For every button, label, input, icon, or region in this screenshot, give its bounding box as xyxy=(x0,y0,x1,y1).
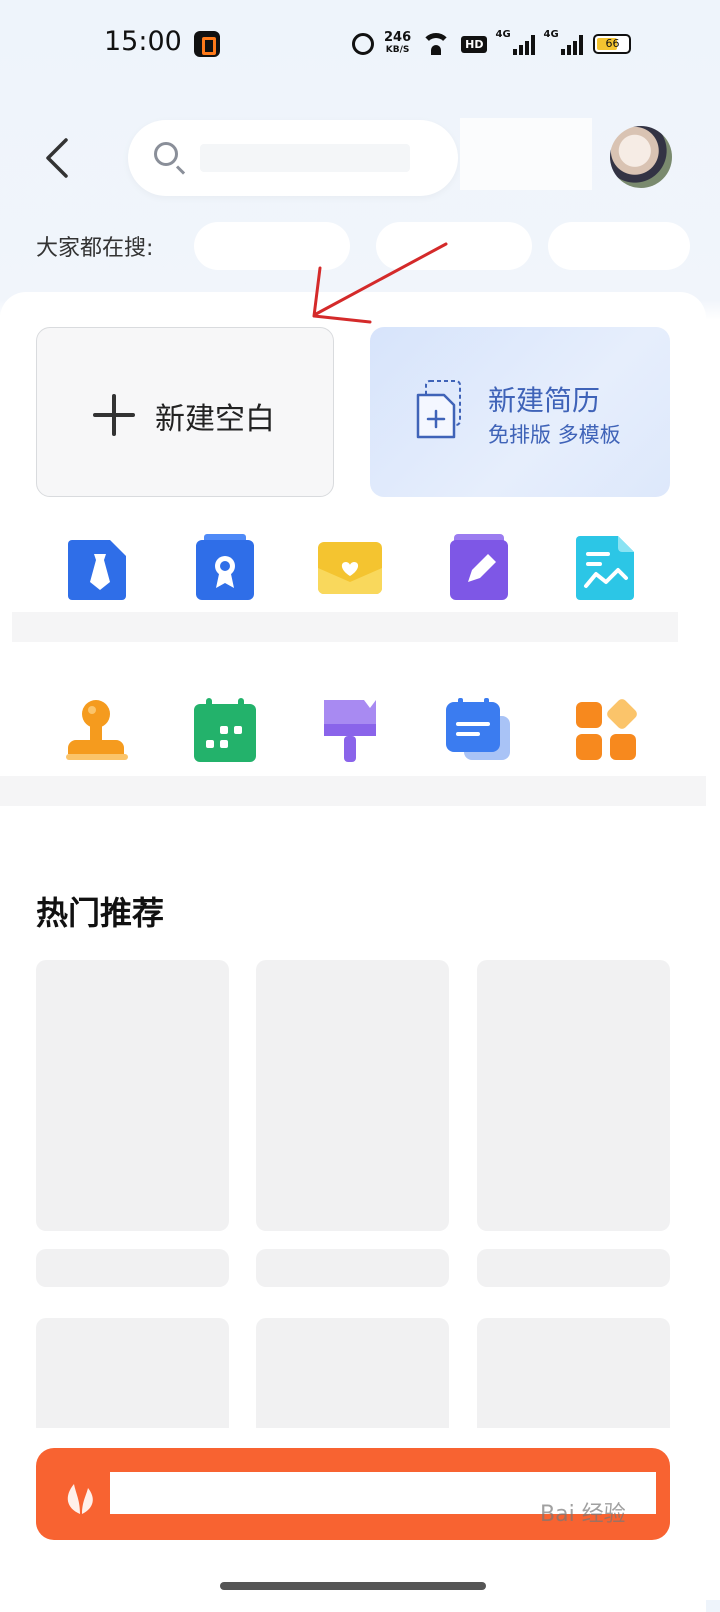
back-icon[interactable] xyxy=(40,138,74,178)
template-card[interactable] xyxy=(477,1318,670,1428)
plus-icon xyxy=(93,394,135,436)
watermark: Bai 经验 xyxy=(540,1502,626,1527)
paint-brush-icon[interactable] xyxy=(316,696,386,766)
search-icon xyxy=(154,142,178,166)
stamp-icon[interactable] xyxy=(64,696,134,766)
header-action-button[interactable] xyxy=(460,118,592,190)
new-blank-button[interactable]: 新建空白 xyxy=(36,327,334,497)
wifi-icon xyxy=(421,33,452,55)
template-card[interactable] xyxy=(36,1318,229,1428)
calendar-icon[interactable] xyxy=(190,696,260,766)
battery-icon: 66 xyxy=(593,34,632,54)
status-time: 15:00 xyxy=(104,26,182,57)
search-placeholder xyxy=(200,144,410,172)
status-icons: 246 KB/S HD 4G 4G 66 xyxy=(352,28,632,60)
alarm-icon xyxy=(352,33,374,55)
trending-label: 大家都在搜: xyxy=(36,236,154,261)
app-notification-icon xyxy=(194,31,220,57)
template-card-caption xyxy=(256,1249,449,1287)
battery-level: 66 xyxy=(605,37,620,50)
template-card-caption xyxy=(477,1249,670,1287)
home-indicator[interactable] xyxy=(220,1582,486,1590)
cards-icon[interactable] xyxy=(444,696,514,766)
search-input[interactable] xyxy=(128,120,458,196)
hd-badge: HD xyxy=(461,35,488,53)
pencil-note-icon[interactable] xyxy=(444,532,514,602)
network-speed: 246 KB/S xyxy=(384,30,412,56)
template-card[interactable] xyxy=(256,1318,449,1428)
network-speed-value: 246 xyxy=(384,30,412,45)
tie-document-icon[interactable] xyxy=(64,532,134,602)
template-card[interactable] xyxy=(36,960,229,1231)
signal-label-1: 4G xyxy=(495,29,511,40)
signal-icon-1: 4G xyxy=(495,29,536,55)
avatar[interactable] xyxy=(610,126,672,188)
apps-grid-icon[interactable] xyxy=(572,696,642,766)
new-blank-label: 新建空白 xyxy=(155,402,275,437)
certificate-icon[interactable] xyxy=(190,532,260,602)
signal-label-2: 4G xyxy=(543,29,559,40)
new-resume-title: 新建简历 xyxy=(488,384,601,417)
template-card[interactable] xyxy=(256,960,449,1231)
template-card[interactable] xyxy=(477,960,670,1231)
signal-icon-2: 4G xyxy=(543,29,584,55)
new-resume-subtitle: 免排版 多模板 xyxy=(488,423,621,447)
leaf-icon xyxy=(67,1484,93,1514)
template-card-caption xyxy=(36,1249,229,1287)
row-divider xyxy=(0,776,706,806)
section-title: 热门推荐 xyxy=(36,894,165,932)
row-divider xyxy=(12,612,678,642)
network-speed-unit: KB/S xyxy=(385,45,410,55)
chart-document-icon[interactable] xyxy=(572,532,642,602)
resume-document-icon xyxy=(416,380,461,439)
trending-tag[interactable] xyxy=(548,222,690,270)
heart-envelope-icon[interactable] xyxy=(316,532,386,602)
new-resume-button[interactable]: 新建简历 免排版 多模板 xyxy=(370,327,670,497)
annotation-arrow xyxy=(312,242,448,324)
